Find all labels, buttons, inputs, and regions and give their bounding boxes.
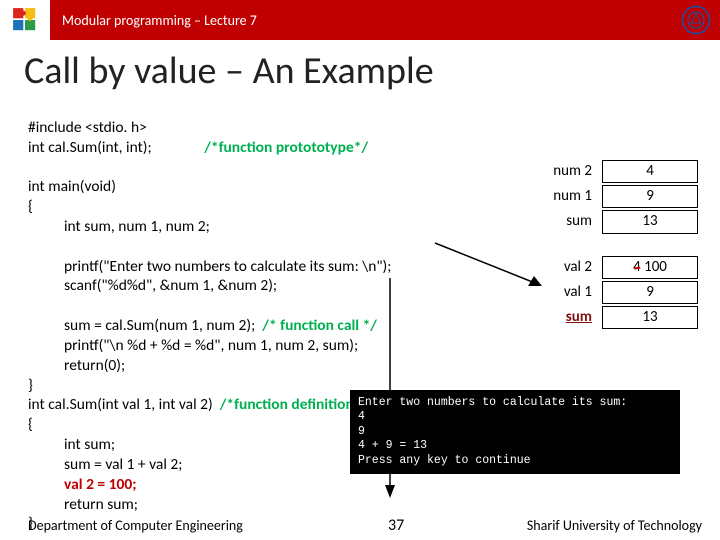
code-line-highlight: val 2 = 100; <box>64 475 137 494</box>
code-line: { <box>28 415 33 434</box>
slide-title: Call by value – An Example <box>24 48 720 94</box>
mem-cell: 9 <box>602 185 698 208</box>
mem-row: num 2 4 <box>538 160 698 183</box>
footer: Department of Computer Engineering 37 Sh… <box>28 517 702 534</box>
code-line: scanf("%d%d", &num 1, &num 2); <box>64 276 277 295</box>
code-line: sum = val 1 + val 2; <box>64 455 182 474</box>
code-line: int cal.Sum(int, int); <box>28 138 152 157</box>
mem-label: sum <box>538 212 602 231</box>
university-seal-icon <box>680 4 712 36</box>
mem-new-value: 100 <box>644 258 667 276</box>
logo-box <box>0 0 50 40</box>
footer-left: Department of Computer Engineering <box>28 517 243 534</box>
mem-row: num 1 9 <box>538 185 698 208</box>
mem-label: num 2 <box>538 162 602 181</box>
code-line: int cal.Sum(int val 1, int val 2) <box>28 395 213 414</box>
code-line: } <box>28 376 33 395</box>
memory-tables: num 2 4 num 1 9 sum 13 val 2 4 100 val 1… <box>538 160 698 331</box>
mem-cell: 4 <box>602 160 698 183</box>
code-comment: /* function call */ <box>262 316 377 335</box>
mem-row: sum 13 <box>538 306 698 329</box>
mem-cell: 13 <box>602 210 698 233</box>
console-output: Enter two numbers to calculate its sum: … <box>350 390 680 474</box>
course-title: Modular programming – Lecture 7 <box>62 12 257 29</box>
code-comment: /*function protototype*/ <box>204 138 368 157</box>
mem-cell: 4 100 <box>602 256 698 279</box>
page-number: 37 <box>388 516 404 535</box>
mem-label: num 1 <box>538 187 602 206</box>
code-line: int main(void) <box>28 177 116 196</box>
mem-cell: 13 <box>602 306 698 329</box>
mem-old-value: 4 <box>633 258 641 276</box>
header-bar: Modular programming – Lecture 7 <box>0 0 720 40</box>
mem-label: sum <box>538 308 602 327</box>
arrow-icon <box>430 238 550 298</box>
code-line: int sum, num 1, num 2; <box>64 217 210 236</box>
mem-row: val 1 9 <box>538 281 698 304</box>
code-line: return(0); <box>64 356 125 375</box>
mem-cell: 9 <box>602 281 698 304</box>
code-line: #include <stdio. h> <box>28 118 147 137</box>
mem-row: sum 13 <box>538 210 698 233</box>
code-line: { <box>28 197 33 216</box>
mem-row: val 2 4 100 <box>538 256 698 279</box>
puzzle-logo-icon <box>8 3 42 37</box>
code-comment: /*function definition*/ <box>220 395 368 414</box>
code-line: printf("Enter two numbers to calculate i… <box>64 257 391 276</box>
code-line: printf("\n %d + %d = %d", num 1, num 2, … <box>64 336 358 355</box>
code-line: sum = cal.Sum(num 1, num 2); <box>64 316 255 335</box>
code-line: return sum; <box>64 495 138 514</box>
code-line: int sum; <box>64 435 115 454</box>
footer-right: Sharif University of Technology <box>527 517 702 534</box>
